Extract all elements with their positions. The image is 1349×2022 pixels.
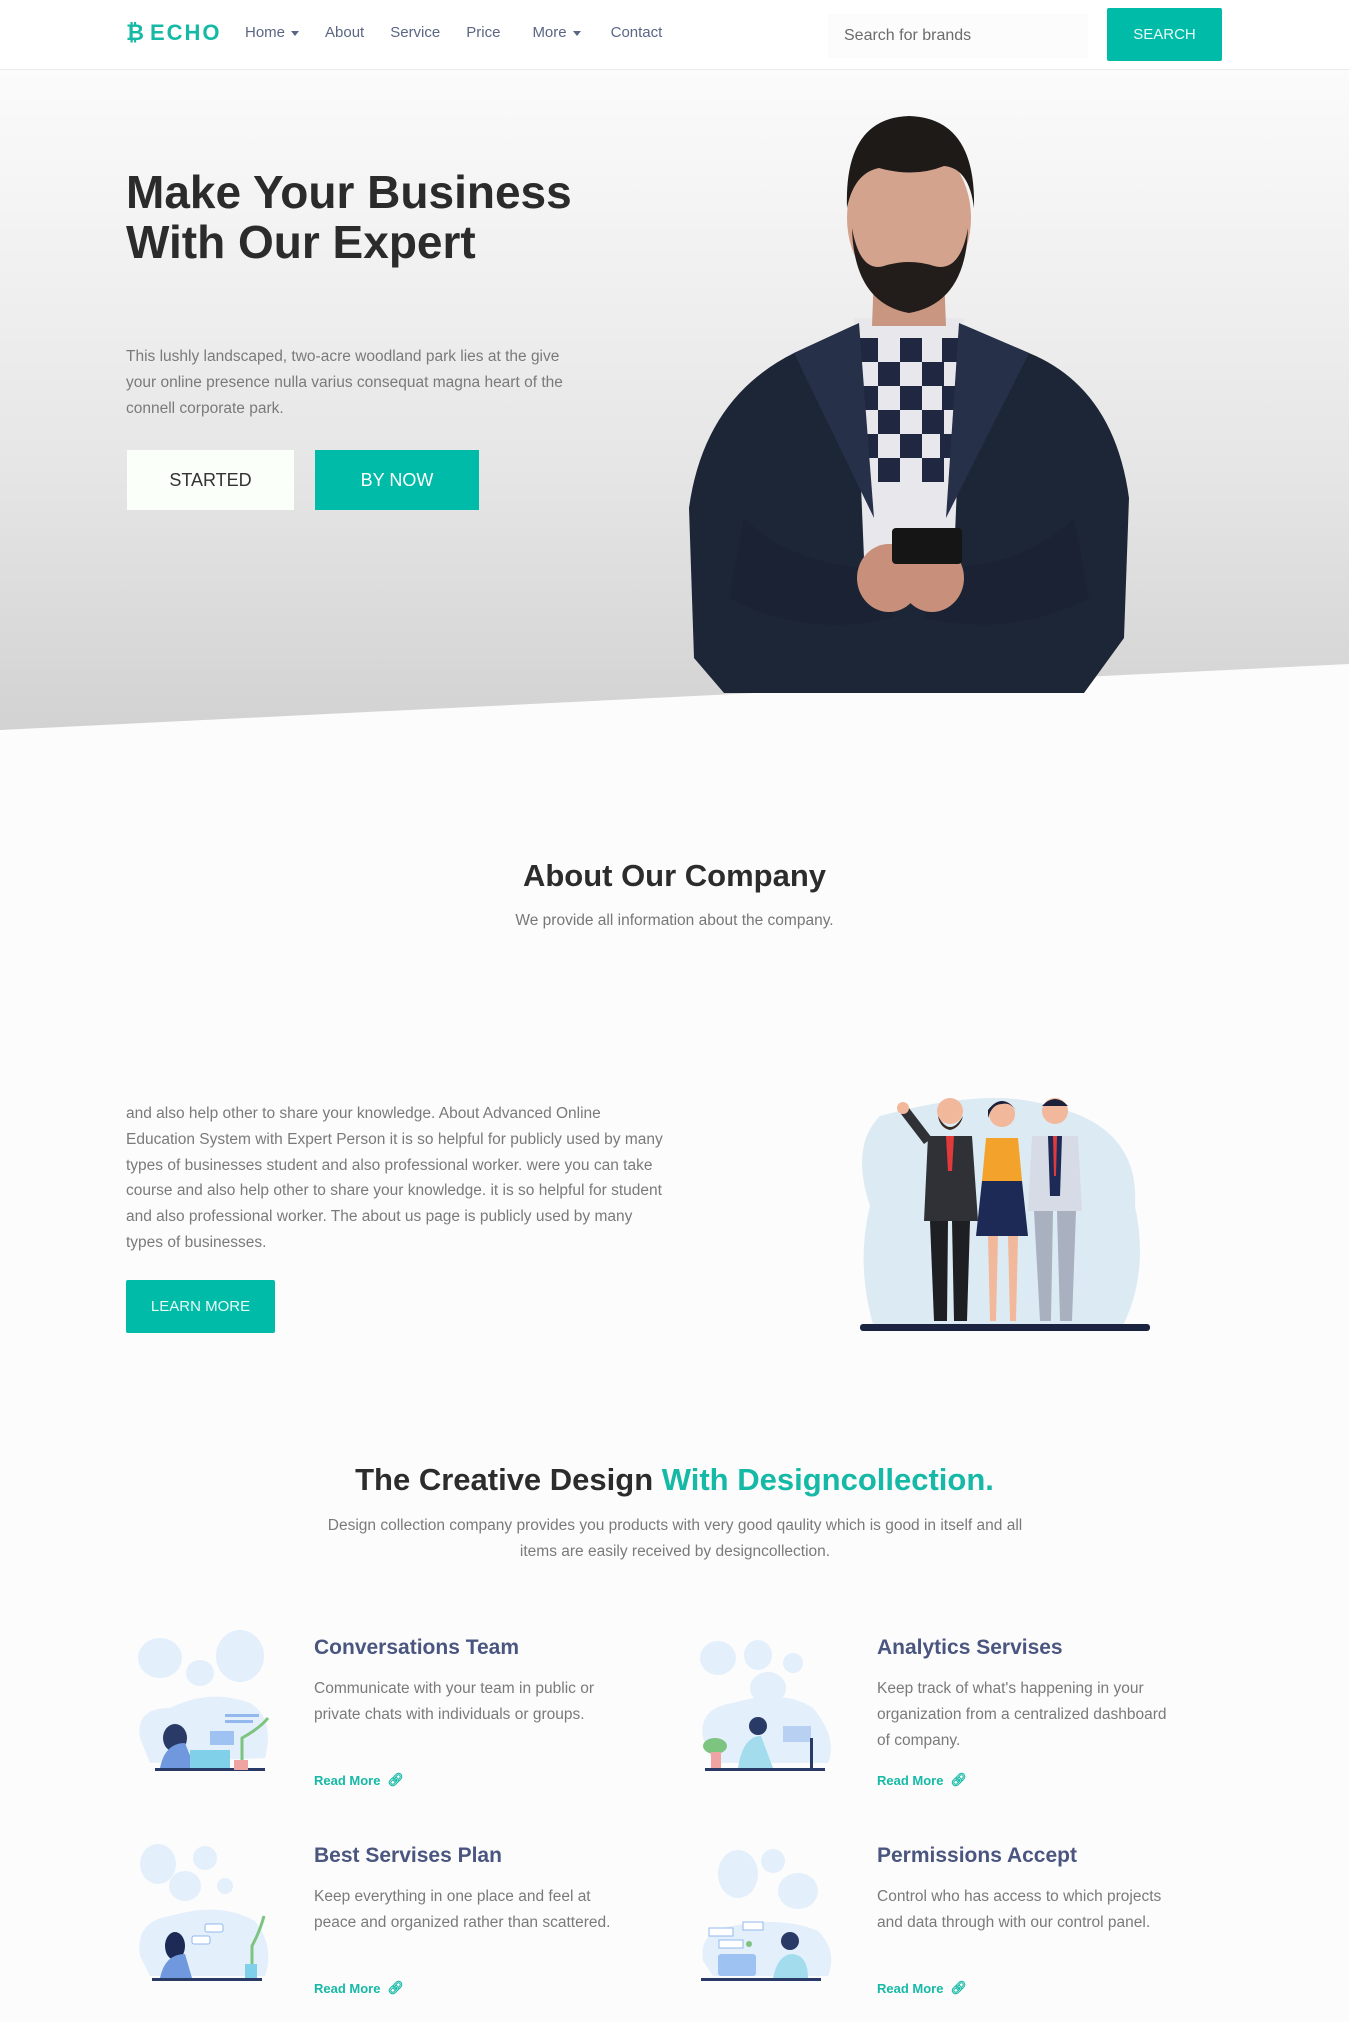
caret-down-icon — [291, 30, 300, 36]
feature-card: Best Servises Plan Keep everything in on… — [120, 1824, 680, 2004]
feature-text: Control who has access to which projects… — [877, 1888, 1162, 1931]
about-subtitle: We provide all information about the com… — [515, 912, 834, 929]
feature-text: Communicate with your team in public or … — [314, 1680, 594, 1723]
link-icon: 🔗︎ — [950, 1772, 967, 1787]
navbar: ₿ ECHO Home About Service Price More Con… — [0, 0, 1349, 70]
nav-home[interactable]: Home — [245, 24, 300, 41]
nav-about-label: About — [325, 24, 365, 41]
services-plan-illustration — [139, 1844, 269, 1981]
search-button[interactable]: SEARCH — [1107, 8, 1222, 61]
learn-more-button[interactable]: LEARN MORE — [126, 1280, 275, 1333]
bitcoin-icon: ₿ — [126, 20, 144, 45]
by-now-button[interactable]: BY NOW — [315, 450, 479, 510]
about-text: and also help other to share your knowle… — [126, 1105, 663, 1251]
about-title: About Our Company — [522, 858, 827, 893]
creative-title-plain: The Creative Design — [355, 1462, 662, 1497]
nav-price[interactable]: Price — [466, 24, 500, 41]
hero-text: This lushly landscaped, two-acre woodlan… — [126, 348, 563, 417]
team-illustration — [860, 1098, 1150, 1331]
feature-title: Analytics Servises — [877, 1636, 1063, 1659]
read-more-label: Read More — [877, 1772, 944, 1788]
feature-card: Conversations Team Communicate with your… — [120, 1616, 680, 1796]
feature-card: Analytics Servises Keep track of what's … — [683, 1616, 1243, 1796]
hero-title: Make Your Business With Our Expert — [126, 166, 572, 268]
feature-card: Permissions Accept Control who has acces… — [683, 1824, 1243, 2004]
nav-about[interactable]: About — [325, 24, 364, 41]
creative-subtitle: Design collection company provides you p… — [327, 1517, 1023, 1560]
read-more-link[interactable]: Read More 🔗︎ — [314, 1772, 404, 1788]
nav-links: Home About Service Price More Contact — [245, 24, 688, 41]
link-icon: 🔗︎ — [387, 1980, 404, 1995]
nav-service[interactable]: Service — [390, 24, 440, 41]
started-button[interactable]: STARTED — [127, 450, 294, 510]
feature-title: Permissions Accept — [877, 1844, 1077, 1867]
feature-text: Keep track of what's happening in your o… — [877, 1680, 1167, 1749]
nav-price-label: Price — [466, 24, 501, 41]
conversations-illustration — [138, 1630, 270, 1771]
analytics-illustration — [700, 1640, 831, 1771]
read-more-link[interactable]: Read More 🔗︎ — [314, 1980, 404, 1996]
read-more-link[interactable]: Read More 🔗︎ — [877, 1772, 967, 1788]
feature-title: Best Servises Plan — [314, 1844, 502, 1867]
read-more-link[interactable]: Read More 🔗︎ — [877, 1980, 967, 1996]
link-icon: 🔗︎ — [950, 1980, 967, 1995]
link-icon: 🔗︎ — [387, 1772, 404, 1787]
creative-title: The Creative Design With Designcollectio… — [0, 1462, 1349, 1498]
read-more-label: Read More — [877, 1980, 944, 1996]
search-input[interactable] — [828, 14, 1088, 58]
nav-contact[interactable]: Contact — [611, 24, 663, 41]
nav-more-label: More — [532, 24, 567, 41]
brand-name: ECHO — [149, 20, 222, 45]
nav-home-label: Home — [245, 24, 286, 41]
feature-title: Conversations Team — [314, 1636, 520, 1659]
read-more-label: Read More — [314, 1980, 381, 1996]
nav-more[interactable]: More — [532, 24, 581, 41]
brand-logo[interactable]: ₿ ECHO — [126, 20, 222, 46]
read-more-label: Read More — [314, 1772, 381, 1788]
nav-contact-label: Contact — [610, 24, 663, 41]
feature-text: Keep everything in one place and feel at… — [314, 1888, 611, 1931]
man-with-phone-photo — [689, 116, 1129, 693]
nav-service-label: Service — [390, 24, 441, 41]
caret-down-icon — [572, 30, 581, 36]
permissions-illustration — [701, 1849, 832, 1981]
creative-title-accent: With Designcollection. — [661, 1462, 994, 1497]
